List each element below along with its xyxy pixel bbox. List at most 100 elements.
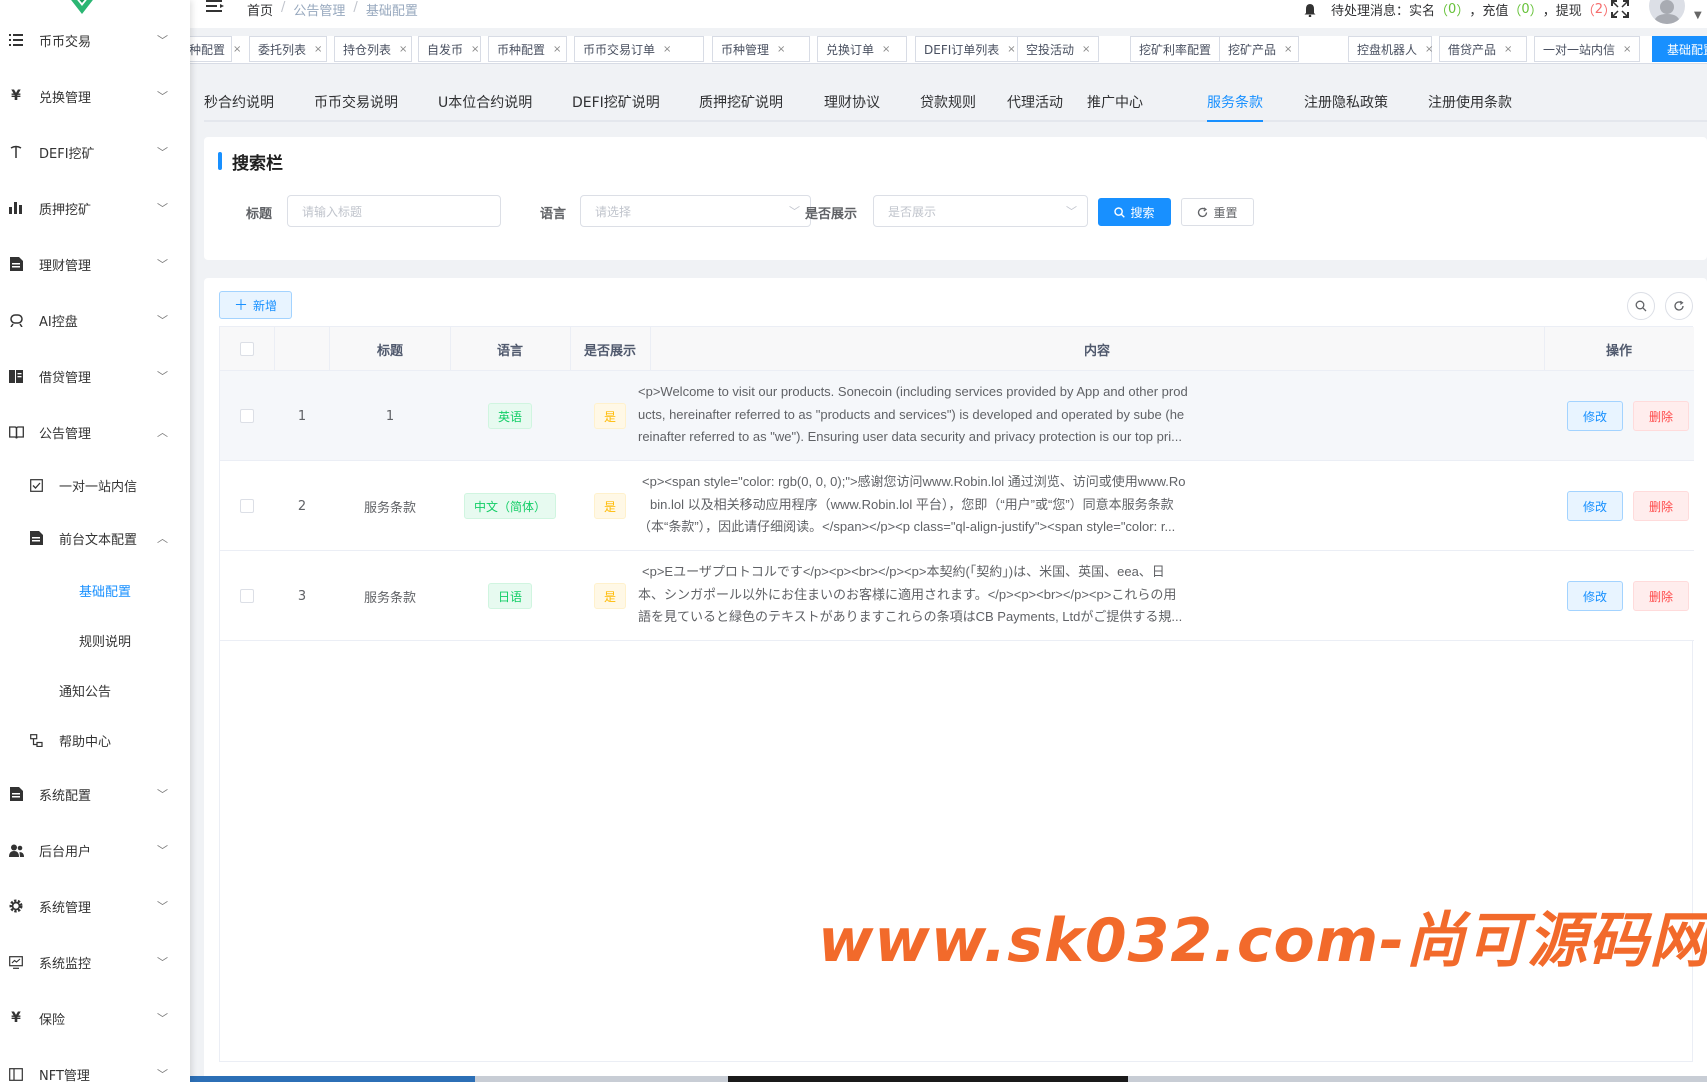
sidebar-item-rules[interactable]: 规则说明 — [0, 620, 190, 660]
logo-icon — [71, 0, 93, 14]
sidebar: 币币交易 ﹀ ¥ 兑换管理 ﹀ DEFI挖矿 ﹀ 质押挖矿 ﹀ 理财管理 ﹀ A… — [0, 0, 190, 1082]
chevron-down-icon: ﹀ — [157, 370, 168, 383]
close-icon[interactable]: × — [1284, 44, 1292, 55]
tag-item[interactable]: 一对一站内信 × — [1534, 36, 1640, 62]
sidebar-item-announcement[interactable]: 公告管理 ︿ — [0, 412, 190, 452]
sidebar-item-admin-users[interactable]: 后台用户 ﹀ — [0, 830, 190, 870]
sidebar-item-one-to-one[interactable]: 一对一站内信 — [0, 465, 190, 505]
avatar[interactable] — [1649, 0, 1685, 24]
tag-item[interactable]: 种配置 × — [190, 36, 241, 62]
breadcrumb-announcement[interactable]: 公告管理 — [293, 0, 345, 19]
tag-item[interactable]: 兑换订单 × — [817, 36, 907, 62]
sidebar-item-frontend-text[interactable]: 前台文本配置 ︿ — [0, 518, 190, 558]
tag-item[interactable]: 自发币 × — [418, 36, 481, 62]
close-icon[interactable]: × — [314, 44, 322, 55]
edit-button[interactable]: 修改 — [1567, 401, 1623, 431]
tag-item[interactable]: 空投活动 × — [1017, 36, 1099, 62]
close-icon[interactable]: × — [233, 44, 241, 55]
row-title: 服务条款 — [363, 500, 416, 516]
sidebar-item-staking[interactable]: 质押挖矿 ﹀ — [0, 188, 190, 228]
tag-item[interactable]: 币币交易订单 × — [574, 36, 704, 62]
table-row[interactable]: 3 服务条款 日语 是 <p>Eユーザプロトコルです</p><p><br></p><p>… — [220, 551, 1694, 641]
caret-down-icon[interactable]: ▼ — [1694, 10, 1702, 21]
active-tab-indicator — [1207, 120, 1263, 122]
tag-item[interactable]: 挖矿产品 × — [1219, 36, 1299, 62]
title-input[interactable]: 请输入标题 — [287, 195, 501, 227]
sidebar-item-help[interactable]: 帮助中心 — [0, 720, 190, 760]
select-all-checkbox[interactable] — [240, 342, 254, 356]
tag-item[interactable]: 借贷产品 × — [1439, 36, 1527, 62]
row-checkbox[interactable] — [240, 589, 254, 603]
bottom-scrollbar[interactable] — [0, 1076, 1707, 1082]
search-button[interactable]: 搜索 — [1098, 198, 1171, 226]
row-checkbox[interactable] — [240, 499, 254, 513]
sidebar-item-label: AI控盘 — [39, 314, 78, 330]
add-button[interactable]: ＋ 新增 — [219, 291, 292, 319]
tag-item[interactable]: 基础配置× — [1652, 36, 1707, 62]
sidebar-item-defi[interactable]: DEFI挖矿 ﹀ — [0, 132, 190, 172]
content-tab[interactable]: 贷款规则 — [920, 92, 976, 112]
close-icon[interactable]: × — [663, 44, 671, 55]
content-tab[interactable]: 注册隐私政策 — [1304, 92, 1388, 112]
sidebar-item-label: 系统管理 — [39, 900, 92, 916]
edit-button[interactable]: 修改 — [1567, 581, 1623, 611]
content-tab[interactable]: 服务条款 — [1207, 92, 1263, 112]
tag-item[interactable]: DEFI订单列表 × — [915, 36, 1021, 62]
reset-button[interactable]: 重置 — [1181, 198, 1254, 226]
close-icon[interactable]: × — [1082, 44, 1090, 55]
sidebar-item-finance[interactable]: 理财管理 ﹀ — [0, 244, 190, 284]
content-tab[interactable]: 推广中心 — [1087, 92, 1143, 112]
content-tab[interactable]: U本位合约说明 — [438, 92, 532, 112]
delete-button[interactable]: 删除 — [1633, 401, 1689, 431]
close-icon[interactable]: × — [1504, 44, 1512, 55]
close-icon[interactable]: × — [471, 44, 479, 55]
sidebar-item-insurance[interactable]: ¥ 保险 ﹀ — [0, 998, 190, 1038]
content-tab[interactable]: DEFI挖矿说明 — [572, 92, 660, 112]
language-select[interactable]: 请选择 ﹀ — [580, 195, 811, 227]
breadcrumb-home[interactable]: 首页 — [247, 0, 273, 19]
show-select[interactable]: 是否展示 ﹀ — [873, 195, 1088, 227]
row-checkbox[interactable] — [240, 409, 254, 423]
content-tab[interactable]: 代理活动 — [1007, 92, 1063, 112]
content-tab[interactable]: 理财协议 — [824, 92, 880, 112]
sidebar-item-basic-config[interactable]: 基础配置 — [0, 570, 190, 610]
language-tag: 英语 — [487, 403, 532, 429]
sidebar-item-system-manage[interactable]: 系统管理 ﹀ — [0, 886, 190, 926]
tag-item[interactable]: 币种配置 × — [488, 36, 567, 62]
tag-item[interactable]: 币种管理 × — [712, 36, 810, 62]
close-icon[interactable]: × — [882, 44, 890, 55]
sidebar-item-coin-trade[interactable]: 币币交易 ﹀ — [0, 20, 190, 60]
pending-notice[interactable]: 待处理消息： 实名 （ 0 ） ， 充值 （ 0 ） ， 提现 （ 2 ） — [1303, 0, 1616, 19]
tag-item[interactable]: 控盘机器人 × — [1348, 36, 1433, 62]
hamburger-icon[interactable] — [206, 0, 226, 16]
table-row[interactable]: 2 服务条款 中文（简体） 是 <p><span style="color: rgb(0… — [220, 461, 1694, 551]
close-icon[interactable]: × — [1425, 44, 1433, 55]
sidebar-item-system-monitor[interactable]: 系统监控 ﹀ — [0, 942, 190, 982]
close-icon[interactable]: × — [553, 44, 561, 55]
sidebar-item-notice[interactable]: 通知公告 — [0, 670, 190, 710]
tag-item[interactable]: 持仓列表 × — [334, 36, 412, 62]
checkbox-icon — [28, 477, 44, 493]
toggle-search-button[interactable] — [1627, 292, 1655, 320]
close-icon[interactable]: × — [399, 44, 407, 55]
content-tab[interactable]: 币币交易说明 — [314, 92, 398, 112]
delete-button[interactable]: 删除 — [1633, 581, 1689, 611]
close-icon[interactable]: × — [1623, 44, 1631, 55]
close-icon[interactable]: × — [777, 44, 785, 55]
monitor-icon — [8, 954, 24, 970]
sidebar-item-nft[interactable]: NFT管理 ﹀ — [0, 1054, 190, 1082]
content-tab[interactable]: 秒合约说明 — [204, 92, 274, 112]
sidebar-item-system-config[interactable]: 系统配置 ﹀ — [0, 774, 190, 814]
sidebar-item-loan[interactable]: 借贷管理 ﹀ — [0, 356, 190, 396]
edit-button[interactable]: 修改 — [1567, 491, 1623, 521]
close-icon[interactable]: × — [1007, 44, 1015, 55]
sidebar-item-ai[interactable]: AI控盘 ﹀ — [0, 300, 190, 340]
table-row[interactable]: 1 1 英语 是 <p>Welcome to visit our products. S… — [220, 371, 1694, 461]
content-tab[interactable]: 注册使用条款 — [1428, 92, 1512, 112]
refresh-button[interactable] — [1665, 292, 1693, 320]
delete-button[interactable]: 删除 — [1633, 491, 1689, 521]
tag-item[interactable]: 委托列表 × — [249, 36, 327, 62]
fullscreen-icon[interactable] — [1611, 0, 1629, 18]
content-tab[interactable]: 质押挖矿说明 — [699, 92, 783, 112]
sidebar-item-exchange[interactable]: ¥ 兑换管理 ﹀ — [0, 76, 190, 116]
